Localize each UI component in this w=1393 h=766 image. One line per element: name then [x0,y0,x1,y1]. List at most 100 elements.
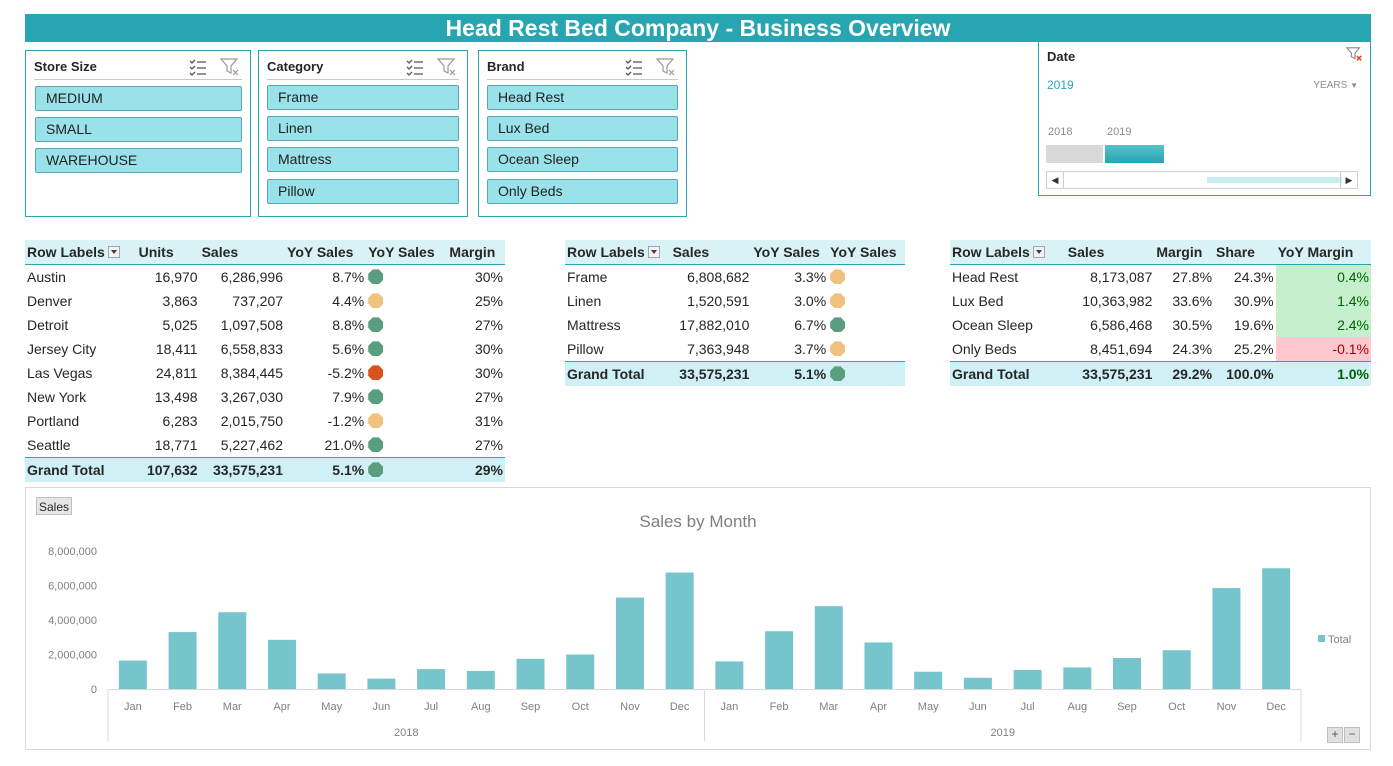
x-tick-label: Sep [521,701,541,713]
yoy-icon-cell [366,409,447,433]
table-header-row: Row Labels Sales Margin Share YoY Margin [950,240,1371,265]
multi-select-icon[interactable] [405,57,425,77]
row-labels-header[interactable]: Row Labels [25,240,137,265]
bar [516,658,545,689]
column-header: YoY Sales [285,240,367,265]
total-yoy-icon-cell [366,457,448,482]
slicer-item[interactable]: WAREHOUSE [35,148,242,173]
total-yoy-icon-cell [828,361,905,386]
units-cell: 3,863 [162,293,198,309]
clear-filter-icon[interactable] [220,57,240,77]
total-label: Grand Total [25,457,137,482]
slicer-item[interactable]: Ocean Sleep [487,147,678,172]
y-tick-label: 4,000,000 [48,615,97,627]
sales-cell: 3,267,030 [220,389,284,405]
row-labels-header[interactable]: Row Labels [565,240,671,265]
pivot-table-city: Row Labels Units Sales YoY Sales YoY Sal… [25,240,505,482]
filter-dropdown-icon[interactable] [647,246,660,259]
timeline-year-label: 2018 [1048,126,1073,138]
x-tick-label: Jan [124,701,142,713]
share-cell: 19.6% [1233,317,1274,333]
slicer-header: Category [267,57,459,80]
x-tick-label: Feb [770,701,789,713]
scroll-left-icon[interactable]: ◀ [1047,172,1064,188]
bar [1113,657,1142,689]
row-label: Head Rest [952,269,1019,285]
margin-cell: 31% [474,413,503,429]
collapse-field-button[interactable]: − [1344,727,1360,743]
table-row: Portland 6,283 2,015,750 -1.2% 31% [25,409,505,433]
slicer-header: Store Size [34,57,242,80]
yoy-cell: 4.4% [332,293,365,309]
slicer-header: Brand [487,57,678,80]
table-row: Lux Bed 10,363,982 33.6% 30.9% 1.4% [950,289,1371,313]
x-tick-label: May [321,701,342,713]
bar [715,661,744,689]
margin-cell: 30.5% [1172,317,1213,333]
multi-select-icon[interactable] [624,57,644,77]
slicer-item[interactable]: Pillow [267,179,459,204]
clear-filter-icon[interactable] [437,57,457,77]
y-tick-label: 0 [91,684,97,696]
grand-total-row: Grand Total 107,632 33,575,231 5.1% 29% [25,457,505,482]
sales-cell: 1,097,508 [220,317,284,333]
column-header: Sales [199,240,286,265]
slicer-item[interactable]: MEDIUM [35,86,242,111]
slicer-item[interactable]: Frame [267,85,459,110]
total-yoy-margin: 1.0% [1275,361,1371,386]
total-yoy: 5.1% [751,361,829,386]
total-margin: 29.2% [1154,361,1215,386]
chart-title: Sales by Month [639,512,756,531]
row-label: Lux Bed [952,293,1004,309]
total-margin: 29% [447,457,505,482]
slicer-item[interactable]: Lux Bed [487,116,678,141]
timeline-scrollbar[interactable]: ◀ ▶ [1046,171,1358,189]
x-tick-label: Nov [1217,701,1237,713]
clear-filter-icon[interactable] [1346,46,1364,64]
slicer-item[interactable]: SMALL [35,117,242,142]
sales-cell: 737,207 [232,293,284,309]
sales-cell: 6,808,682 [687,269,750,285]
table-row: Frame 6,808,682 3.3% [565,265,905,290]
slicer-item[interactable]: Head Rest [487,85,678,110]
bar [267,639,296,689]
filter-dropdown-icon[interactable] [1032,246,1045,259]
scroll-thumb[interactable] [1207,177,1342,183]
x-tick-label: Apr [870,701,887,713]
row-label: Frame [567,269,608,285]
yoy-icon-cell [366,337,447,361]
table-row: Linen 1,520,591 3.0% [565,289,905,313]
x-tick-label: Oct [572,701,589,713]
total-share: 100.0% [1214,361,1276,386]
y-tick-label: 8,000,000 [48,546,97,558]
timeline-bar-2019[interactable] [1105,145,1164,163]
x-tick-label: May [918,701,939,713]
row-label: Detroit [27,317,69,333]
bar [665,572,694,689]
multi-select-icon[interactable] [188,57,208,77]
units-cell: 6,283 [162,413,198,429]
expand-field-button[interactable]: + [1327,727,1343,743]
status-icon [368,269,384,285]
status-icon [368,437,384,453]
timeline-bar-2018[interactable] [1046,145,1103,163]
total-label: Grand Total [950,361,1066,386]
status-icon [368,317,384,333]
slicer-item[interactable]: Only Beds [487,179,678,204]
bar [1013,670,1042,689]
slicer-item[interactable]: Linen [267,116,459,141]
status-icon [368,341,384,357]
x-tick-label: Mar [223,701,242,713]
clear-filter-icon[interactable] [656,57,676,77]
timeline-level-dropdown[interactable]: YEARS ▼ [1313,80,1358,91]
scroll-right-icon[interactable]: ▶ [1340,172,1357,188]
slicer-item[interactable]: Mattress [267,147,459,172]
row-label: Pillow [567,341,604,357]
bar [963,677,992,689]
status-icon [830,317,846,333]
row-labels-header[interactable]: Row Labels [950,240,1066,265]
yoy-cell: -1.2% [327,413,365,429]
bar [466,670,495,689]
filter-dropdown-icon[interactable] [107,246,120,259]
x-tick-label: Jun [969,701,987,713]
